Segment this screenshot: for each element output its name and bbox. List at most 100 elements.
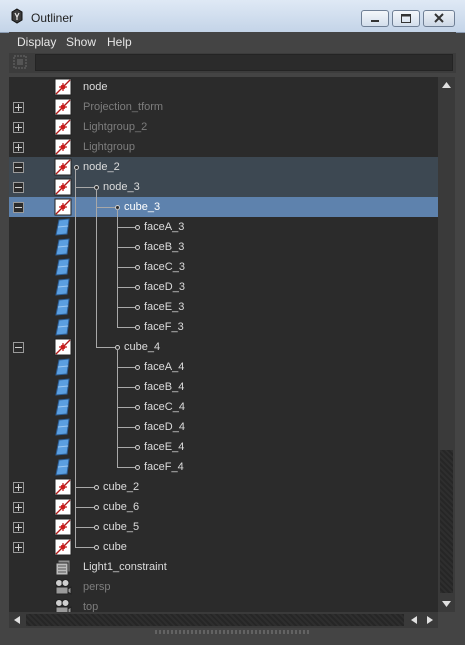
tree-row[interactable]: persp [9, 577, 438, 597]
close-button[interactable] [423, 10, 455, 27]
expand-icon[interactable] [13, 522, 24, 533]
tree-connector-dot [94, 485, 99, 490]
title-bar: Outliner [0, 0, 465, 33]
horizontal-scroll-thumb[interactable] [26, 614, 404, 626]
tree-row[interactable]: cube_6 [9, 497, 438, 517]
tree-row[interactable]: faceF_4 [9, 457, 438, 477]
mesh-icon [53, 258, 73, 276]
expand-icon[interactable] [13, 142, 24, 153]
horizontal-scrollbar[interactable] [9, 612, 438, 628]
expand-icon[interactable] [13, 482, 24, 493]
tree-row[interactable]: faceA_4 [9, 357, 438, 377]
transform-icon [53, 138, 73, 156]
tree-row[interactable]: faceE_3 [9, 297, 438, 317]
tree-branch-line [75, 507, 94, 508]
tree-branch-line [117, 367, 135, 368]
tree-row-label: node_2 [83, 161, 120, 173]
menu-bar: Display Show Help [9, 32, 456, 52]
tree-row[interactable]: Light1_constraint [9, 557, 438, 577]
tree-row-label: cube_4 [124, 341, 161, 353]
tree-row[interactable]: faceD_4 [9, 417, 438, 437]
scroll-up-button[interactable] [438, 77, 455, 93]
tree-connector-dot [94, 545, 99, 550]
tree-row[interactable]: faceD_3 [9, 277, 438, 297]
expand-icon[interactable] [13, 102, 24, 113]
mesh-icon [53, 438, 73, 456]
transform-icon [53, 78, 73, 96]
close-icon [434, 13, 444, 23]
tree-guide-line [117, 209, 118, 328]
mesh-icon [53, 418, 73, 436]
tree-row[interactable]: top [9, 597, 438, 612]
tree-connector-dot [135, 465, 140, 470]
scroll-down-button[interactable] [438, 596, 455, 612]
tree-row-label: faceE_3 [144, 301, 185, 313]
transform-icon [53, 478, 73, 496]
tree-guide-line [75, 169, 76, 548]
tree-connector-dot [135, 245, 140, 250]
maximize-button[interactable] [392, 10, 420, 27]
tree-row[interactable]: node_2 [9, 157, 438, 177]
tree-row[interactable]: node_3 [9, 177, 438, 197]
tree-row[interactable]: faceE_4 [9, 437, 438, 457]
tree-row[interactable]: faceC_4 [9, 397, 438, 417]
resize-grip[interactable] [155, 630, 310, 634]
tree-row[interactable]: Lightgroup [9, 137, 438, 157]
scroll-right-button[interactable] [422, 612, 438, 628]
tree-row[interactable]: faceA_3 [9, 217, 438, 237]
mesh-icon [53, 398, 73, 416]
tree-row[interactable]: cube_3 [9, 197, 438, 217]
collapse-icon[interactable] [13, 182, 24, 193]
menu-help[interactable]: Help [107, 35, 132, 49]
mesh-icon [53, 218, 73, 236]
vertical-scroll-thumb[interactable] [440, 450, 453, 593]
tree-branch-line [117, 407, 135, 408]
camera-icon [53, 578, 73, 596]
expand-icon[interactable] [13, 122, 24, 133]
filter-icon[interactable] [13, 55, 27, 69]
outliner-tree: node Projection_tform Lightgroup_2 Lightgro… [9, 77, 438, 612]
tree-row[interactable]: Projection_tform [9, 97, 438, 117]
tree-row[interactable]: faceB_3 [9, 237, 438, 257]
tree-row[interactable]: faceC_3 [9, 257, 438, 277]
tree-row-label: cube_6 [103, 501, 140, 513]
tree-row-label: faceD_4 [144, 421, 185, 433]
mesh-icon [53, 278, 73, 296]
scroll-left-button[interactable] [9, 612, 25, 628]
arrow-left-icon [14, 616, 20, 624]
menu-show[interactable]: Show [66, 35, 96, 49]
tree-row[interactable]: node [9, 77, 438, 97]
tree-row[interactable]: cube [9, 537, 438, 557]
tree-branch-line [117, 307, 135, 308]
window-title: Outliner [31, 11, 74, 25]
transform-icon [53, 518, 73, 536]
scroll-left-button-2[interactable] [406, 612, 422, 628]
collapse-icon[interactable] [13, 342, 24, 353]
tree-row[interactable]: faceB_4 [9, 377, 438, 397]
tree-row-label: node_3 [103, 181, 140, 193]
tree-connector-dot [135, 325, 140, 330]
collapse-icon[interactable] [13, 202, 24, 213]
tree-row[interactable]: cube_5 [9, 517, 438, 537]
menu-display[interactable]: Display [17, 35, 56, 49]
tree-branch-line [117, 287, 135, 288]
tree-branch-line [117, 267, 135, 268]
tree-connector-dot [135, 265, 140, 270]
tree-row-label: faceD_3 [144, 281, 185, 293]
filter-input[interactable] [35, 54, 453, 71]
expand-icon[interactable] [13, 542, 24, 553]
tree-row[interactable]: cube_4 [9, 337, 438, 357]
tree-row[interactable]: cube_2 [9, 477, 438, 497]
collapse-icon[interactable] [13, 162, 24, 173]
expand-icon[interactable] [13, 502, 24, 513]
tree-row[interactable]: Lightgroup_2 [9, 117, 438, 137]
filter-bar [9, 53, 456, 73]
vertical-scrollbar[interactable] [438, 77, 455, 612]
tree-row-label: node [83, 81, 108, 93]
tree-row-label: Projection_tform [83, 101, 164, 113]
tree-branch-line [117, 467, 135, 468]
tree-row-label: top [83, 601, 99, 612]
minimize-button[interactable] [361, 10, 389, 27]
tree-row-label: faceF_4 [144, 461, 184, 473]
tree-row[interactable]: faceF_3 [9, 317, 438, 337]
